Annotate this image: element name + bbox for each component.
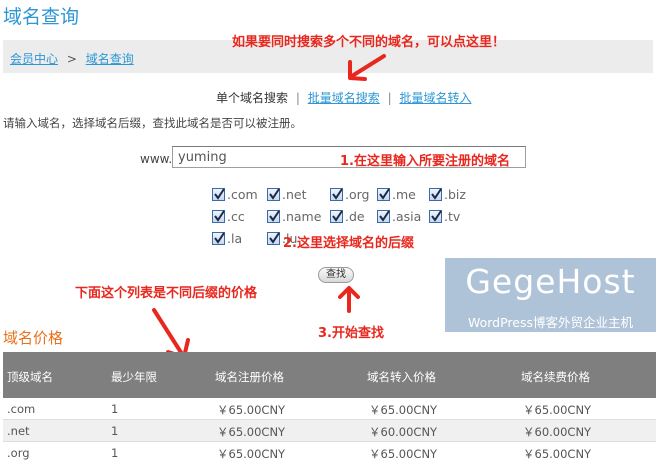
annotation-price-list-hint: 下面这个列表是不同后缀的价格 bbox=[75, 286, 258, 301]
row-divider bbox=[3, 419, 656, 420]
checkbox-checked-icon[interactable] bbox=[267, 232, 280, 245]
breadcrumb-separator: > bbox=[66, 52, 77, 66]
tab-single-search[interactable]: 单个域名搜索 bbox=[216, 91, 288, 105]
column-header-min-years: 最少年限 bbox=[111, 370, 157, 384]
checkbox-checked-icon[interactable] bbox=[377, 210, 390, 223]
tld-option[interactable]: .de bbox=[330, 209, 365, 224]
breadcrumb: 会员中心 > 域名查询 bbox=[10, 50, 134, 67]
price-section-heading: 域名价格 bbox=[3, 329, 64, 347]
checkbox-checked-icon[interactable] bbox=[330, 210, 343, 223]
checkbox-checked-icon[interactable] bbox=[429, 188, 442, 201]
tab-bulk-transfer[interactable]: 批量域名转入 bbox=[399, 91, 471, 105]
cell-transfer-price: ￥65.00CNY bbox=[369, 403, 438, 417]
checkbox-checked-icon[interactable] bbox=[267, 188, 280, 201]
cell-transfer-price: ￥60.00CNY bbox=[369, 425, 438, 439]
tab-separator: | bbox=[295, 91, 300, 105]
tld-option[interactable]: .net bbox=[267, 187, 307, 202]
tld-option[interactable]: .com bbox=[212, 187, 258, 202]
column-header-transfer-price: 域名转入价格 bbox=[367, 370, 436, 384]
annotation-tld-hint: 2.这里选择域名的后缀 bbox=[283, 236, 414, 251]
checkbox-checked-icon[interactable] bbox=[267, 210, 280, 223]
tld-option[interactable]: .cc bbox=[212, 209, 245, 224]
tld-option[interactable]: .name bbox=[267, 209, 321, 224]
tld-option[interactable]: .asia bbox=[377, 209, 421, 224]
tab-bulk-search[interactable]: 批量域名搜索 bbox=[308, 91, 380, 105]
search-button[interactable]: 查找 bbox=[318, 267, 354, 283]
tab-separator: | bbox=[387, 91, 392, 105]
watermark-brand: GegeHost bbox=[465, 262, 636, 301]
checkbox-checked-icon[interactable] bbox=[212, 188, 225, 201]
cell-tld: .net bbox=[7, 424, 30, 438]
checkbox-checked-icon[interactable] bbox=[212, 232, 225, 245]
cell-register-price: ￥65.00CNY bbox=[217, 403, 286, 417]
column-header-renew-price: 域名续费价格 bbox=[521, 370, 590, 384]
annotation-search-hint: 3.开始查找 bbox=[318, 326, 384, 341]
search-mode-tabs: 单个域名搜索 | 批量域名搜索 | 批量域名转入 bbox=[216, 89, 471, 106]
cell-register-price: ￥65.00CNY bbox=[217, 425, 286, 439]
cell-transfer-price: ￥65.00CNY bbox=[369, 447, 438, 461]
page-title: 域名查询 bbox=[3, 6, 80, 28]
cell-register-price: ￥65.00CNY bbox=[217, 447, 286, 461]
tld-option[interactable]: .la bbox=[212, 231, 242, 246]
checkbox-checked-icon[interactable] bbox=[429, 210, 442, 223]
checkbox-checked-icon[interactable] bbox=[377, 188, 390, 201]
brand-watermark: GegeHost WordPress博客外贸企业主机 bbox=[445, 258, 656, 332]
arrow-icon-bulk bbox=[348, 54, 386, 81]
breadcrumb-current-link[interactable]: 域名查询 bbox=[86, 52, 134, 66]
cell-min-years: 1 bbox=[111, 424, 119, 438]
cell-tld: .org bbox=[7, 446, 30, 460]
checkbox-checked-icon[interactable] bbox=[330, 188, 343, 201]
arrow-icon-search bbox=[338, 286, 360, 313]
cell-min-years: 1 bbox=[111, 446, 119, 460]
cell-min-years: 1 bbox=[111, 402, 119, 416]
tld-option[interactable]: .biz bbox=[429, 187, 466, 202]
annotation-input-hint: 1.在这里输入所要注册的域名 bbox=[340, 154, 510, 169]
cell-renew-price: ￥60.00CNY bbox=[523, 425, 592, 439]
column-header-tld: 顶级域名 bbox=[7, 370, 53, 384]
intro-text: 请输入域名，选择域名后缀，查找此域名是否可以被注册。 bbox=[3, 116, 302, 130]
column-header-register-price: 域名注册价格 bbox=[215, 370, 284, 384]
tld-option[interactable]: .org bbox=[330, 187, 369, 202]
cell-renew-price: ￥65.00CNY bbox=[523, 447, 592, 461]
cell-renew-price: ￥65.00CNY bbox=[523, 403, 592, 417]
breadcrumb-home-link[interactable]: 会员中心 bbox=[10, 52, 58, 66]
row-divider bbox=[3, 441, 656, 442]
www-prefix: www. bbox=[140, 152, 173, 166]
watermark-tagline: WordPress博客外贸企业主机 bbox=[467, 315, 634, 330]
annotation-bulk-hint: 如果要同时搜索多个不同的域名，可以点这里！ bbox=[232, 35, 506, 50]
cell-tld: .com bbox=[7, 402, 36, 416]
tld-option[interactable]: .tv bbox=[429, 209, 460, 224]
tld-option[interactable]: .me bbox=[377, 187, 416, 202]
checkbox-checked-icon[interactable] bbox=[212, 210, 225, 223]
